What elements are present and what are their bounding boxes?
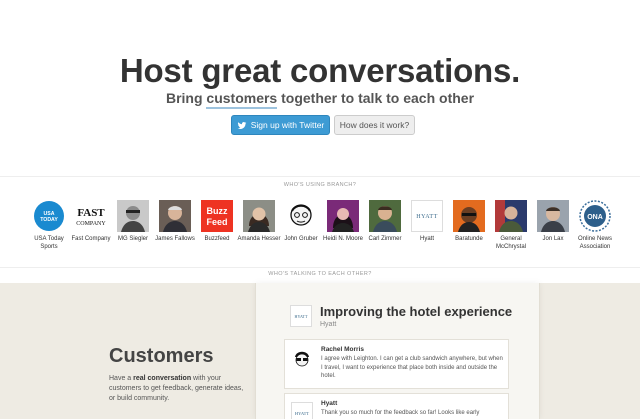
fast-company-logo: FAST COMPANY [75,200,107,232]
divider [0,176,640,177]
hero-title: Host great conversations. [119,52,521,89]
person-photo [159,200,191,232]
user-name: John Gruber [284,236,318,242]
user-name: Carl Zimmer [368,236,402,242]
user-name: Online News Association [577,236,612,250]
hero-subtitle: Bring customers together to talk to each… [0,90,640,109]
message-author: Hyatt [321,400,338,407]
user-name: Hyatt [419,236,434,242]
user-name: Fast Company [71,236,111,242]
user-name: Jon Lax [542,236,564,242]
svg-text:FAST: FAST [77,207,105,219]
subtitle-prefix: Bring [165,90,207,106]
user-name: USA Today Sports [34,236,64,250]
conversation-org: Hyatt [320,321,337,328]
message-item: Rachel Morris I agree with Leighton. I c… [284,339,509,389]
person-illustration [285,200,317,232]
user-mg-siegler[interactable]: MG Siegler [111,200,155,243]
user-name: Amanda Hesser [237,236,281,242]
message-author: Rachel Morris [321,346,364,353]
svg-text:Buzz: Buzz [207,206,228,216]
message-item: HYATT Hyatt Thank you so much for the fe… [284,393,509,419]
customers-title: Customers [109,345,214,367]
user-james-fallows[interactable]: James Fallows [153,200,197,243]
svg-text:ONA: ONA [587,214,603,221]
user-buzzfeed[interactable]: Buzz Feed Buzzfeed [195,200,239,243]
user-name: MG Siegler [117,236,148,242]
divider [0,267,640,268]
user-baratunde[interactable]: Baratunde [447,200,491,243]
user-jon-lax[interactable]: Jon Lax [531,200,575,243]
usa-today-logo: USA TODAY [34,201,64,231]
user-hyatt[interactable]: HYATT Hyatt [405,200,449,243]
logo-text: HYATT [295,314,308,319]
user-heidi-moore[interactable]: Heidi N. Moore [321,200,365,243]
user-online-news-association[interactable]: ONA Online News Association [573,200,617,251]
user-fast-company[interactable]: FAST COMPANY Fast Company [69,200,113,243]
user-amanda-hesser[interactable]: Amanda Hesser [237,200,281,243]
svg-text:HYATT: HYATT [416,214,438,220]
svg-text:Feed: Feed [206,217,227,227]
subtitle-rotating-word: customers [206,90,278,109]
person-photo [537,200,569,232]
hyatt-logo: HYATT [290,305,312,327]
person-photo [327,200,359,232]
user-general-mcchrystal[interactable]: General McChrystal [489,200,533,251]
twitter-bird-icon [237,122,247,129]
user-name: Baratunde [455,236,483,242]
signup-twitter-label: Sign up with Twitter [250,120,325,130]
customers-description: Have a real conversation with your custo… [109,374,249,404]
message-text: I agree with Leighton. I can get a club … [321,356,503,379]
user-name: James Fallows [155,236,195,242]
svg-text:TODAY: TODAY [40,217,58,223]
person-photo [369,200,401,232]
person-illustration [453,200,485,232]
user-john-gruber[interactable]: John Gruber [279,200,323,243]
desc-prefix: Have a [109,375,134,382]
user-usa-today-sports[interactable]: USA TODAY USA Today Sports [27,200,71,251]
users-row: USA TODAY USA Today Sports FAST COMPANY … [27,200,627,256]
person-illustration [291,348,313,370]
desc-highlight: real conversation [133,375,192,382]
person-photo [117,200,149,232]
person-photo [495,200,527,232]
user-name: Heidi N. Moore [322,236,363,242]
message-text: Thank you so much for the feedback so fa… [321,410,480,416]
ona-logo: ONA [579,200,611,232]
conversation-title[interactable]: Improving the hotel experience [320,304,512,319]
user-name: General McChrystal [495,236,526,250]
subtitle-suffix: together to talk to each other [277,90,475,106]
how-it-works-button[interactable]: How does it work? [334,115,415,135]
svg-text:COMPANY: COMPANY [76,221,106,227]
hyatt-logo: HYATT [291,402,313,419]
hyatt-logo: HYATT [411,200,443,232]
user-carl-zimmer[interactable]: Carl Zimmer [363,200,407,243]
signup-twitter-button[interactable]: Sign up with Twitter [231,115,330,135]
person-photo [243,200,275,232]
user-name: Buzzfeed [204,236,230,242]
users-section-label: WHO'S USING BRANCH? [283,182,357,188]
buzzfeed-logo: Buzz Feed [201,200,233,232]
svg-text:HYATT: HYATT [295,411,310,416]
talking-section-label: WHO'S TALKING TO EACH OTHER? [268,271,372,277]
hero-section: Host great conversations. Bring customer… [0,0,640,176]
